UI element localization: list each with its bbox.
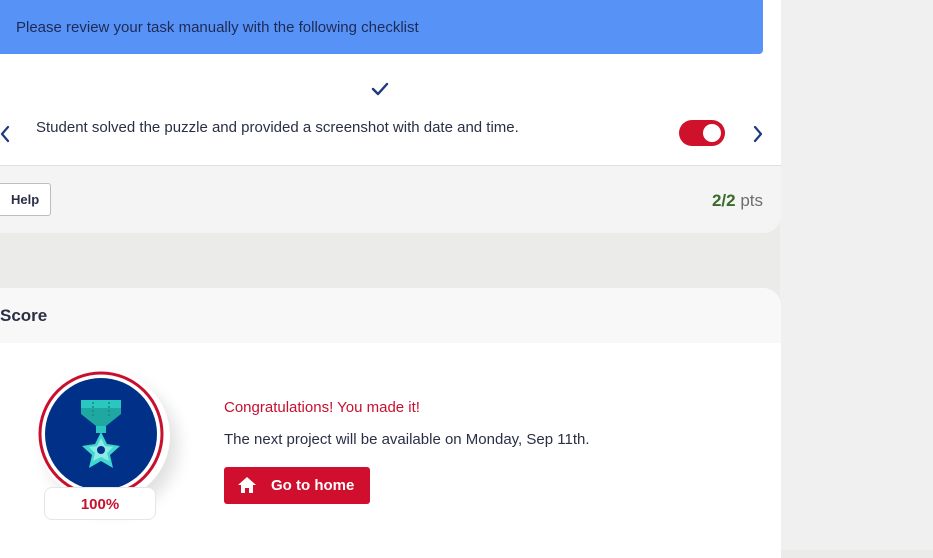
points-display: 2/2 pts xyxy=(712,191,763,211)
home-icon xyxy=(238,477,256,493)
help-button[interactable]: Help xyxy=(0,183,51,216)
score-card: Score 100% Congratulations! You made it!… xyxy=(0,288,781,558)
congrats-message: Congratulations! You made it! xyxy=(224,399,420,416)
go-to-home-button[interactable]: Go to home xyxy=(224,467,370,504)
checklist-banner: Please review your task manually with th… xyxy=(0,0,763,54)
score-header: Score xyxy=(0,288,781,343)
banner-text: Please review your task manually with th… xyxy=(16,19,419,36)
check-icon xyxy=(371,82,389,96)
checklist-card: Please review your task manually with th… xyxy=(0,0,781,233)
points-value: 2/2 xyxy=(711,191,736,210)
right-background xyxy=(780,0,933,550)
chevron-left-icon[interactable] xyxy=(0,124,12,144)
criterion-toggle[interactable] xyxy=(679,120,725,146)
chevron-right-icon[interactable] xyxy=(751,124,765,144)
toggle-knob xyxy=(703,124,721,142)
criterion-text: Student solved the puzzle and provided a… xyxy=(36,119,519,136)
checklist-footer: Help 2/2 pts xyxy=(0,165,781,233)
star-medal-icon xyxy=(38,371,164,497)
points-unit: pts xyxy=(740,191,763,210)
score-percent: 100% xyxy=(44,487,156,520)
next-project-info: The next project will be available on Mo… xyxy=(224,431,590,448)
go-to-home-label: Go to home xyxy=(271,477,355,494)
score-title: Score xyxy=(0,306,48,325)
